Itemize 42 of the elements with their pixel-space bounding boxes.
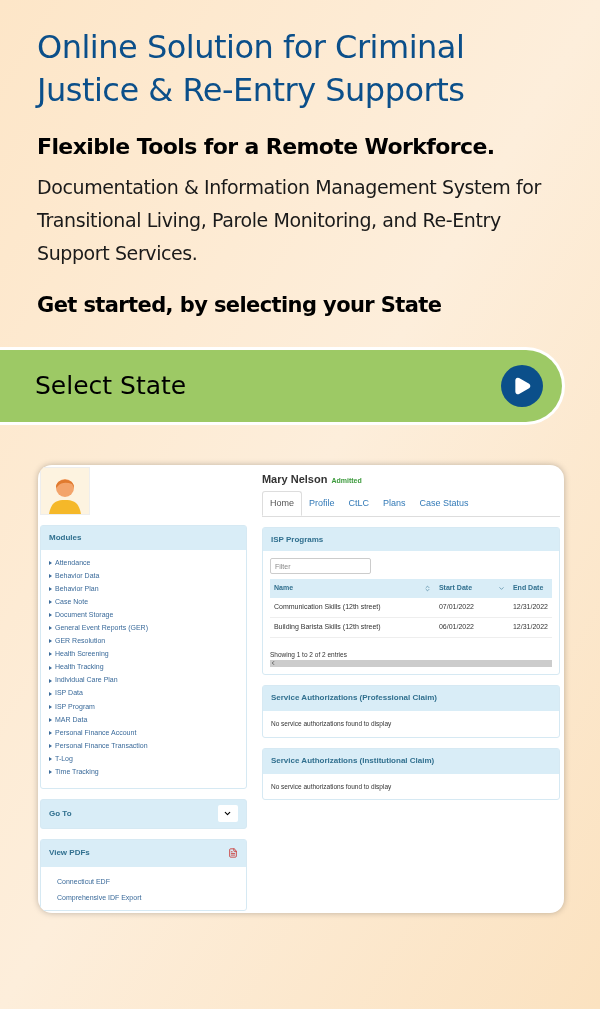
caret-icon [49, 704, 52, 709]
tab[interactable]: Home [261, 491, 302, 516]
play-icon [501, 364, 543, 407]
caret-icon [49, 652, 52, 657]
caret-icon [49, 744, 52, 749]
caret-icon [49, 613, 52, 618]
horizontal-scrollbar[interactable] [269, 659, 552, 667]
tagline: Flexible Tools for a Remote Workforce. [37, 133, 496, 161]
client-name: Mary Nelson [261, 471, 328, 487]
caret-icon [49, 600, 52, 605]
caret-icon [49, 587, 52, 591]
caret-icon [49, 573, 52, 578]
tab[interactable]: Case Status [412, 491, 476, 516]
caret-icon [49, 639, 52, 644]
panel-title: ISP Programs [270, 533, 324, 546]
select-state-button[interactable]: Select State [0, 346, 565, 425]
prompt-text: Get started, by selecting your State [37, 292, 443, 319]
caret-icon [49, 731, 52, 735]
caret-icon [49, 691, 52, 696]
avatar-icon [40, 466, 90, 515]
caret-icon [49, 560, 52, 565]
caret-icon [49, 770, 52, 775]
description: Documentation & Information Management System for Transitional Living, Parole Monitoring, and Re-Entry Support Services. [37, 175, 543, 266]
scroll-left-icon[interactable] [269, 660, 276, 667]
sort-icon[interactable] [497, 585, 505, 592]
tab[interactable]: CtLC [341, 491, 376, 516]
caret-icon [49, 757, 52, 762]
panel-title: Service Authorizations (Institutional Claim) [270, 755, 435, 767]
tab[interactable]: Profile [301, 491, 342, 516]
caret-icon [49, 717, 52, 722]
panel-title: Modules [49, 531, 82, 544]
caret-icon [49, 665, 52, 670]
panel-title: View PDFs [49, 847, 90, 860]
sort-icon[interactable] [423, 585, 431, 592]
pdf-icon [227, 848, 238, 859]
panel-title: Service Authorizations (Professional Claim) [270, 692, 437, 705]
headline: Online Solution for Criminal Justice & Re-Entry Supports [37, 27, 466, 111]
caret-icon [49, 678, 52, 683]
panel-title: Go To [49, 807, 72, 820]
caret-icon [49, 626, 52, 631]
dropdown-button[interactable] [217, 805, 238, 823]
tab[interactable]: Plans [376, 491, 413, 516]
